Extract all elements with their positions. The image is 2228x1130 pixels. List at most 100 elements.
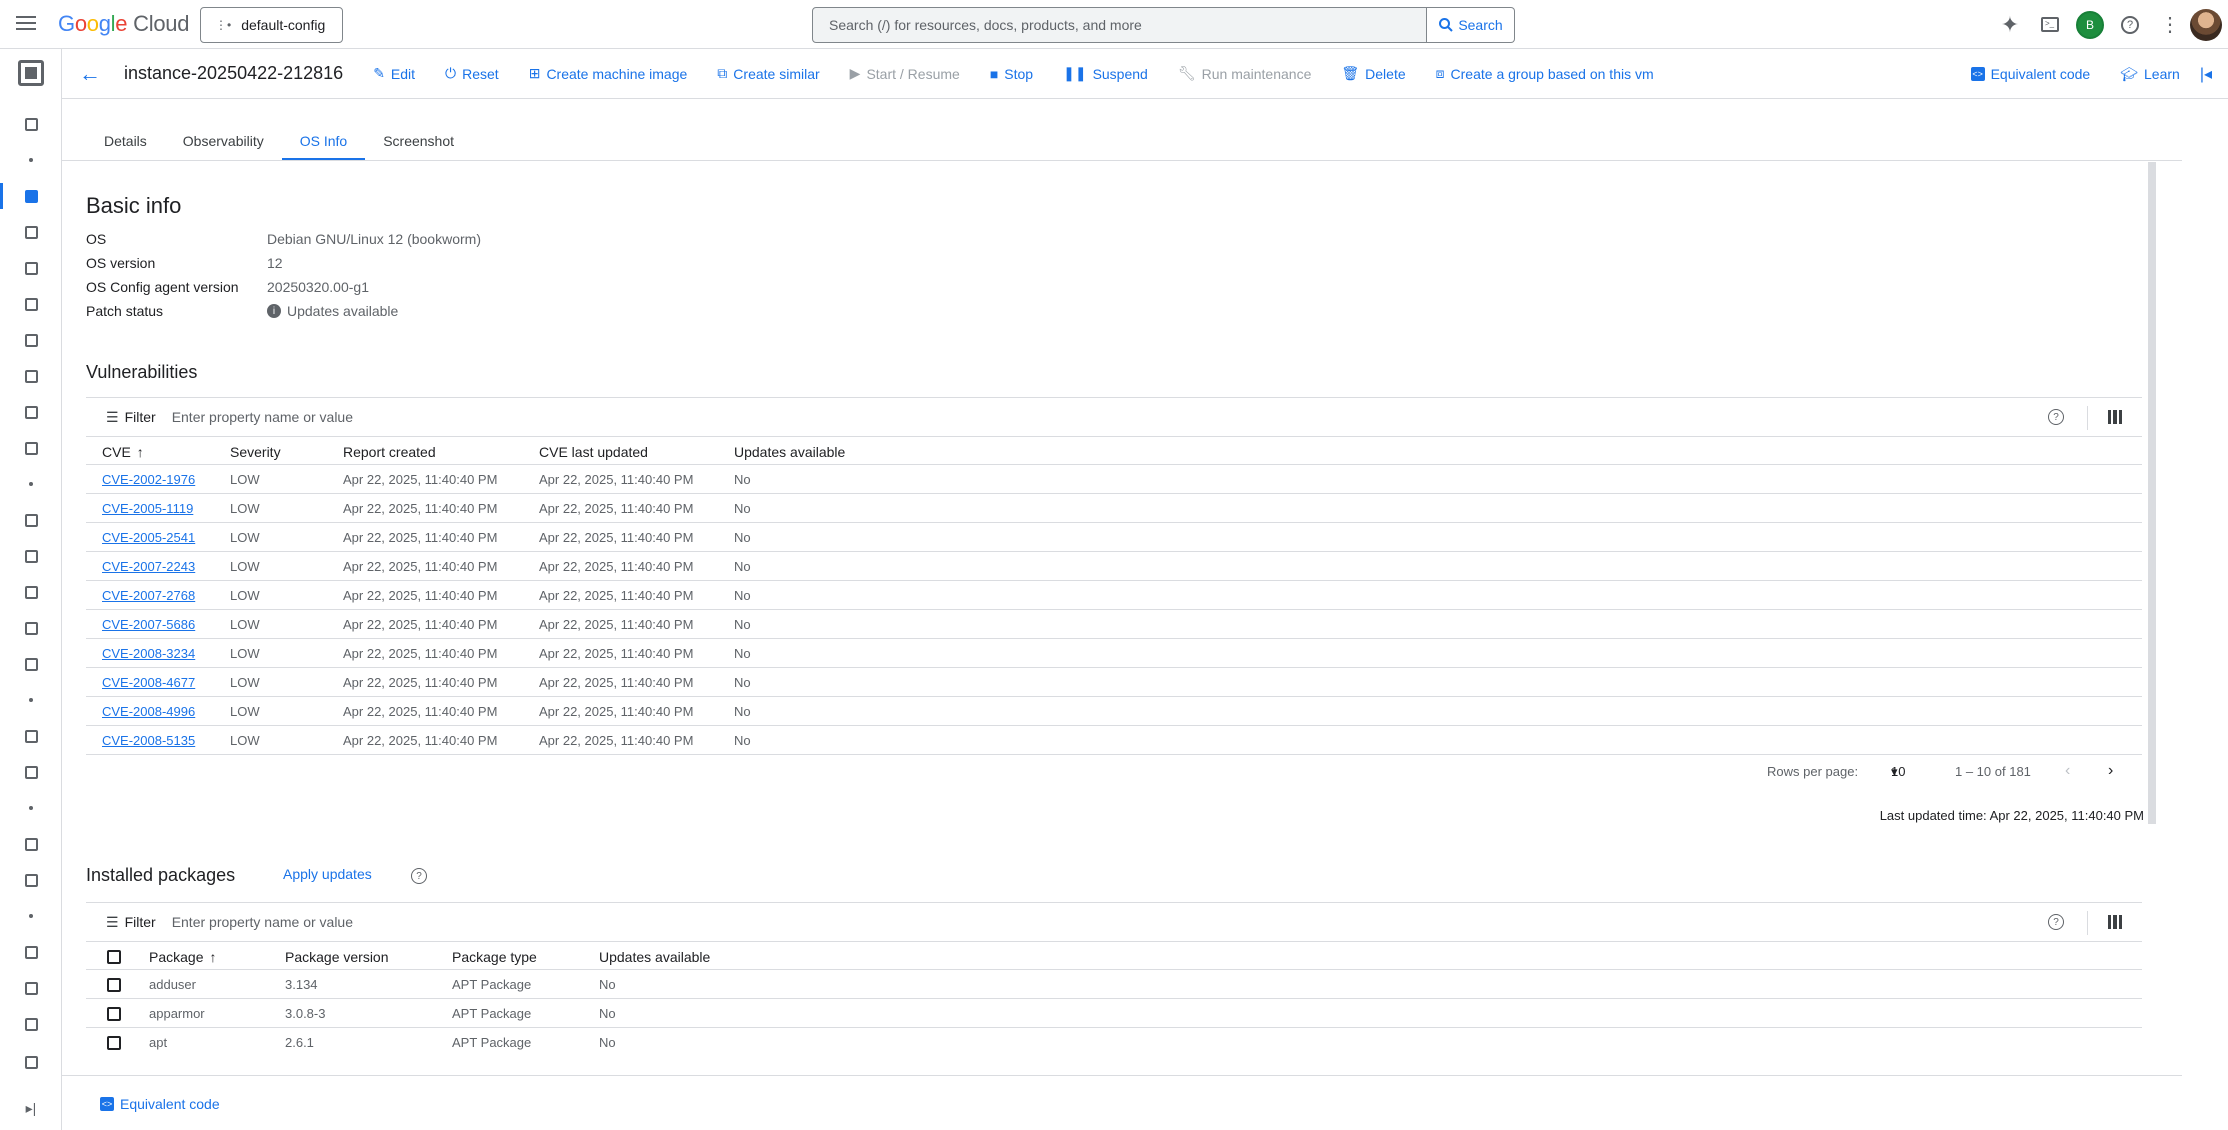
help-icon[interactable]: ? — [411, 868, 427, 884]
col-report-created[interactable]: Report created — [343, 444, 436, 460]
row-checkbox[interactable] — [107, 1007, 121, 1021]
tab-os-info[interactable]: OS Info — [281, 126, 366, 160]
help-icon[interactable]: ? — [2048, 914, 2064, 930]
expand-rail-icon[interactable]: ▸| — [0, 1095, 62, 1121]
packages-filter-input[interactable]: Enter property name or value — [172, 914, 353, 930]
tab-details[interactable]: Details — [86, 126, 165, 160]
col-package-type[interactable]: Package type — [452, 949, 537, 965]
cve-link[interactable]: CVE-2007-5686 — [102, 617, 195, 632]
installed-packages-heading: Installed packages — [86, 865, 236, 885]
cve-link[interactable]: CVE-2008-4677 — [102, 675, 195, 690]
search-input[interactable]: Search (/) for resources, docs, products… — [812, 7, 1427, 43]
rail-migrate-icon[interactable] — [0, 435, 62, 461]
col-updates-available[interactable]: Updates available — [599, 949, 710, 965]
next-page-icon[interactable]: › — [2108, 762, 2113, 780]
cve-link[interactable]: CVE-2005-2541 — [102, 530, 195, 545]
learn-button[interactable]: 🎓︎ Learn — [2120, 66, 2180, 83]
col-package[interactable]: Package ↑ — [149, 949, 216, 965]
code-icon: <> — [1970, 67, 1985, 81]
rail-release-notes-icon[interactable] — [0, 939, 62, 965]
tabs-divider — [62, 160, 2182, 161]
vulnerabilities-filter-input[interactable]: Enter property name or value — [172, 409, 353, 425]
suspend-button[interactable]: ❚❚ Suspend — [1063, 65, 1148, 82]
more-vert-icon[interactable]: ⋮ — [2150, 5, 2190, 45]
col-updates-available[interactable]: Updates available — [734, 444, 845, 460]
scrollbar[interactable] — [2148, 162, 2156, 824]
col-cve-last-updated[interactable]: CVE last updated — [539, 444, 648, 460]
rail-tpus-icon[interactable] — [0, 327, 62, 353]
tab-observability[interactable]: Observability — [165, 126, 282, 160]
project-picker-button[interactable]: ⋮• default-config — [200, 7, 343, 43]
cve-link[interactable]: CVE-2007-2768 — [102, 588, 195, 603]
delete-button[interactable]: 🗑︎ Delete — [1341, 65, 1405, 82]
rail-marketplace-icon[interactable] — [0, 1011, 62, 1037]
collapse-panel-icon[interactable]: |◂ — [2200, 64, 2212, 84]
help-icon[interactable]: ? — [2110, 5, 2150, 45]
gemini-sparkle-icon[interactable]: ✦ — [1990, 5, 2030, 45]
main-menu-icon[interactable] — [14, 12, 38, 36]
cve-link[interactable]: CVE-2008-4996 — [102, 704, 195, 719]
start-resume-button[interactable]: ▶ Start / Resume — [850, 65, 960, 82]
cve-link[interactable]: CVE-2008-5135 — [102, 733, 195, 748]
col-cve[interactable]: CVE ↑ — [102, 444, 144, 460]
rail-storage-icon[interactable] — [0, 975, 62, 1001]
rail-machine-images-icon[interactable] — [0, 291, 62, 317]
run-maintenance-button[interactable]: 🔧︎ Run maintenance — [1178, 65, 1312, 82]
table-header: CVE ↑ Severity Report created CVE last up… — [86, 437, 2142, 465]
bottom-bar: <> Equivalent code — [62, 1075, 2182, 1130]
rail-storage-pools-icon[interactable] — [0, 543, 62, 569]
col-package-version[interactable]: Package version — [285, 949, 389, 965]
column-display-icon[interactable] — [2108, 410, 2122, 424]
stop-button[interactable]: ■ Stop — [990, 66, 1033, 82]
account-avatar[interactable] — [2190, 8, 2222, 41]
col-severity[interactable]: Severity — [230, 444, 281, 460]
rail-vm-instances-icon[interactable] — [0, 183, 62, 209]
rail-instance-templates-icon[interactable] — [0, 219, 62, 245]
rail-divider-dot — [0, 903, 62, 929]
reset-button[interactable]: ⏻ Reset — [445, 65, 499, 82]
cve-link[interactable]: CVE-2005-1119 — [102, 501, 193, 516]
rail-health-checks-icon[interactable] — [0, 759, 62, 785]
create-group-button[interactable]: ⧈ Create a group based on this vm — [1436, 65, 1654, 82]
column-display-icon[interactable] — [2108, 915, 2122, 929]
rail-divider-dot — [0, 471, 62, 497]
row-checkbox[interactable] — [107, 978, 121, 992]
table-row: apt 2.6.1 APT Package No — [86, 1028, 2142, 1057]
table-row: CVE-2007-2243 LOW Apr 22, 2025, 11:40:40… — [86, 552, 2142, 581]
wrench-icon: 🔧︎ — [1177, 65, 1196, 81]
rail-committed-use-icon[interactable] — [0, 363, 62, 389]
cve-link[interactable]: CVE-2007-2243 — [102, 559, 195, 574]
tab-screenshot[interactable]: Screenshot — [365, 126, 472, 160]
rail-settings-icon[interactable] — [0, 867, 62, 893]
add-box-icon: ⊞ — [528, 65, 541, 81]
rail-vm-manager-icon[interactable] — [0, 831, 62, 857]
edit-button[interactable]: ✎ Edit — [373, 65, 415, 82]
rail-snapshots-icon[interactable] — [0, 579, 62, 605]
rail-async-replication-icon[interactable] — [0, 615, 62, 641]
help-icon[interactable]: ? — [2048, 409, 2064, 425]
google-cloud-logo[interactable]: Google Cloud — [58, 11, 189, 37]
create-similar-button[interactable]: ⧉ Create similar — [717, 65, 819, 82]
rail-dashboard-icon[interactable] — [0, 111, 62, 137]
cve-link[interactable]: CVE-2008-3234 — [102, 646, 195, 661]
cve-link[interactable]: CVE-2002-1976 — [102, 472, 195, 487]
rail-images-icon[interactable] — [0, 651, 62, 677]
cloud-shell-icon[interactable]: >_ — [2030, 5, 2070, 45]
prev-page-icon[interactable]: ‹ — [2065, 762, 2070, 780]
apply-updates-button[interactable]: Apply updates — [283, 866, 372, 882]
notifications-avatar[interactable]: B — [2070, 5, 2110, 45]
rail-sole-tenant-icon[interactable] — [0, 255, 62, 281]
equivalent-code-button[interactable]: <> Equivalent code — [1970, 66, 2090, 82]
rail-instance-groups-icon[interactable] — [0, 723, 62, 749]
rail-docs-icon[interactable] — [0, 1049, 62, 1075]
rail-reservations-icon[interactable] — [0, 399, 62, 425]
compute-engine-chip-icon[interactable] — [0, 49, 62, 97]
select-all-checkbox[interactable] — [107, 950, 121, 964]
create-machine-image-button[interactable]: ⊞ Create machine image — [529, 65, 688, 82]
equivalent-code-footer-button[interactable]: <> Equivalent code — [100, 1096, 220, 1112]
vulnerabilities-heading: Vulnerabilities — [86, 362, 198, 382]
back-arrow-icon[interactable]: ← — [70, 54, 110, 94]
search-button[interactable]: Search — [1427, 7, 1515, 43]
row-checkbox[interactable] — [107, 1036, 121, 1050]
rail-disks-icon[interactable] — [0, 507, 62, 533]
